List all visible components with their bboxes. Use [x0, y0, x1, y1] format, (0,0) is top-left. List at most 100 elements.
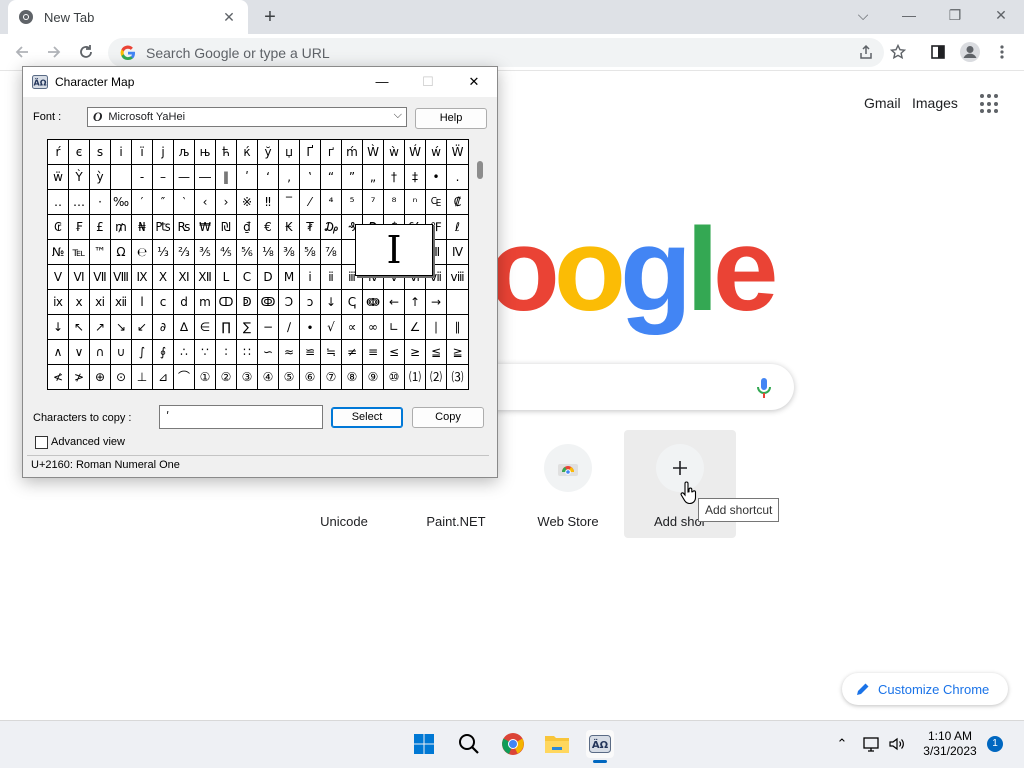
character-cell[interactable]: ₨ — [174, 215, 195, 240]
character-cell[interactable]: ⁷ — [363, 190, 384, 215]
character-cell[interactable]: ≡ — [363, 340, 384, 365]
character-cell[interactable]: ” — [342, 165, 363, 190]
character-cell[interactable]: ⊙ — [111, 365, 132, 390]
search-button[interactable] — [455, 730, 483, 758]
character-cell[interactable]: ∝ — [342, 315, 363, 340]
character-cell[interactable]: ≧ — [447, 340, 468, 365]
character-cell[interactable]: ⑥ — [300, 365, 321, 390]
character-cell[interactable]: • — [426, 165, 447, 190]
character-cell[interactable]: є — [69, 140, 90, 165]
character-cell[interactable]: Ⅹ — [153, 265, 174, 290]
character-cell[interactable]: ⁵ — [342, 190, 363, 215]
character-cell[interactable]: Ⅴ — [48, 265, 69, 290]
scrollbar-thumb[interactable] — [477, 161, 483, 179]
character-cell[interactable]: ʹ — [237, 165, 258, 190]
taskbar-clock[interactable]: 1:10 AM 3/31/2023 — [916, 729, 984, 759]
character-cell[interactable]: ⅜ — [279, 240, 300, 265]
character-cell[interactable]: ⊿ — [153, 365, 174, 390]
character-cell[interactable]: ₡ — [447, 190, 468, 215]
character-cell[interactable]: ′ — [132, 190, 153, 215]
character-cell[interactable]: ↙ — [132, 315, 153, 340]
character-cell[interactable]: ‚ — [279, 165, 300, 190]
chrome-taskbar-button[interactable] — [499, 730, 527, 758]
character-cell[interactable]: ∞ — [363, 315, 384, 340]
character-cell[interactable]: ≠ — [342, 340, 363, 365]
character-cell[interactable]: ⅻ — [111, 290, 132, 315]
character-cell[interactable]: ⁿ — [405, 190, 426, 215]
character-cell[interactable]: ※ — [237, 190, 258, 215]
character-cell[interactable]: ∵ — [195, 340, 216, 365]
character-cell[interactable]: ẁ — [384, 140, 405, 165]
character-cell[interactable]: ≈ — [279, 340, 300, 365]
gmail-link[interactable]: Gmail — [864, 95, 901, 111]
character-cell[interactable]: ⅷ — [447, 265, 468, 290]
character-cell[interactable]: ④ — [258, 365, 279, 390]
character-cell[interactable]: ↖ — [69, 315, 90, 340]
character-cell[interactable]: Ⅳ — [447, 240, 468, 265]
character-cell[interactable]: ⑩ — [384, 365, 405, 390]
character-cell[interactable]: † — [384, 165, 405, 190]
character-cell[interactable]: ≥ — [405, 340, 426, 365]
character-cell[interactable]: Ⅶ — [90, 265, 111, 290]
character-cell[interactable]: ↓ — [48, 315, 69, 340]
customize-chrome-button[interactable]: Customize Chrome — [842, 673, 1008, 705]
character-cell[interactable]: ⅽ — [153, 290, 174, 315]
character-cell[interactable]: Ỳ — [69, 165, 90, 190]
character-cell[interactable]: ₢ — [48, 215, 69, 240]
character-cell[interactable]: ў — [258, 140, 279, 165]
grid-scrollbar[interactable] — [473, 139, 487, 390]
character-cell[interactable]: ₦ — [132, 215, 153, 240]
character-cell[interactable]: № — [48, 240, 69, 265]
character-cell[interactable]: Ⅿ — [279, 265, 300, 290]
character-cell[interactable]: ₠ — [426, 190, 447, 215]
character-cell[interactable]: ‛ — [300, 165, 321, 190]
character-cell[interactable]: ∪ — [111, 340, 132, 365]
tab-search-icon[interactable]: ⌵ — [840, 0, 886, 30]
character-cell[interactable]: ∣ — [426, 315, 447, 340]
character-cell[interactable]: Ẃ — [405, 140, 426, 165]
character-cell[interactable]: j — [153, 140, 174, 165]
character-cell[interactable]: ↈ — [363, 290, 384, 315]
character-cell[interactable]: ″ — [153, 190, 174, 215]
character-cell[interactable]: ₫ — [237, 215, 258, 240]
character-cell[interactable]: ⅓ — [153, 240, 174, 265]
character-cell[interactable]: ∠ — [405, 315, 426, 340]
character-cell[interactable]: ⅸ — [48, 290, 69, 315]
character-cell[interactable]: ‥ — [48, 190, 69, 215]
network-icon[interactable] — [862, 734, 882, 754]
character-cell[interactable]: ⑦ — [321, 365, 342, 390]
share-icon[interactable] — [854, 40, 878, 64]
character-cell[interactable]: ∏ — [216, 315, 237, 340]
file-explorer-button[interactable] — [543, 730, 571, 758]
character-cell[interactable]: ∴ — [174, 340, 195, 365]
character-cell[interactable]: ↓ — [321, 290, 342, 315]
new-tab-button[interactable]: + — [258, 4, 282, 30]
character-cell[interactable]: ∥ — [447, 315, 468, 340]
reload-button[interactable] — [72, 38, 100, 66]
character-cell[interactable]: - — [132, 165, 153, 190]
tab-new-tab[interactable]: New Tab ✕ — [8, 0, 248, 34]
omnibox[interactable] — [108, 38, 884, 67]
tab-close-icon[interactable]: ✕ — [220, 9, 238, 26]
character-cell[interactable]: ₮ — [300, 215, 321, 240]
images-link[interactable]: Images — [912, 95, 958, 111]
character-cell[interactable]: £ — [90, 215, 111, 240]
character-cell[interactable]: ₧ — [153, 215, 174, 240]
character-cell[interactable]: ⑤ — [279, 365, 300, 390]
character-cell[interactable]: → — [426, 290, 447, 315]
character-cell[interactable]: ẃ — [426, 140, 447, 165]
character-cell[interactable]: ∧ — [48, 340, 69, 365]
character-cell[interactable]: ↄ — [300, 290, 321, 315]
character-cell[interactable]: ② — [216, 365, 237, 390]
character-cell[interactable]: ⅹ — [69, 290, 90, 315]
character-cell[interactable]: ⑴ — [405, 365, 426, 390]
omnibox-input[interactable] — [146, 44, 826, 61]
character-cell[interactable]: „ — [363, 165, 384, 190]
character-cell[interactable]: Ⅼ — [216, 265, 237, 290]
character-cell[interactable]: ↅ — [342, 290, 363, 315]
character-cell[interactable]: € — [258, 215, 279, 240]
character-cell[interactable]: ↗ — [90, 315, 111, 340]
character-cell[interactable] — [447, 290, 468, 315]
character-cell[interactable]: “ — [321, 165, 342, 190]
character-cell[interactable]: s — [90, 140, 111, 165]
